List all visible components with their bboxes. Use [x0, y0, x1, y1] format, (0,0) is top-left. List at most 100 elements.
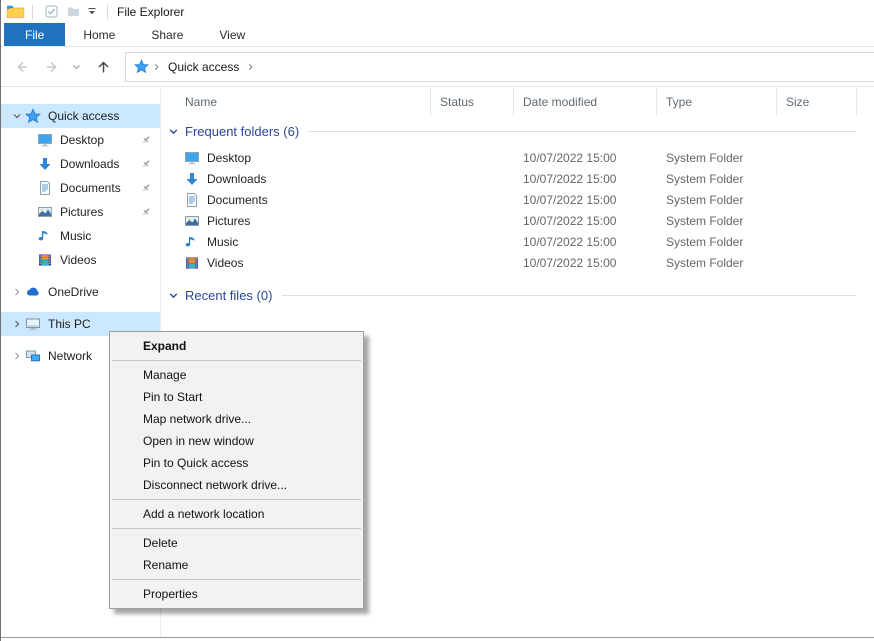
menu-separator — [112, 360, 361, 361]
file-status — [431, 147, 514, 168]
column-header-size[interactable]: Size — [777, 87, 857, 116]
menu-item-map-network-drive[interactable]: Map network drive... — [110, 408, 363, 430]
file-date-modified: 10/07/2022 15:00 — [514, 168, 657, 189]
file-row-pictures[interactable]: Pictures 10/07/2022 15:00 System Folder — [162, 210, 874, 231]
file-row-downloads[interactable]: Downloads 10/07/2022 15:00 System Folder — [162, 168, 874, 189]
sidebar-item-pictures[interactable]: Pictures — [1, 200, 160, 224]
file-size — [777, 189, 857, 210]
tab-home[interactable]: Home — [65, 23, 133, 46]
file-name: Documents — [207, 193, 268, 207]
file-status — [431, 210, 514, 231]
file-name: Downloads — [207, 172, 266, 186]
group-divider-line — [309, 131, 856, 132]
breadcrumb-quick-access[interactable]: Quick access — [168, 60, 239, 74]
sidebar-item-label: Music — [60, 229, 91, 243]
menu-item-delete[interactable]: Delete — [110, 532, 363, 554]
menu-separator — [112, 579, 361, 580]
address-bar[interactable]: Quick access — [125, 52, 874, 82]
menu-item-open-in-new-window[interactable]: Open in new window — [110, 430, 363, 452]
sidebar-item-videos[interactable]: Videos — [1, 248, 160, 272]
recent-locations-dropdown-icon[interactable] — [67, 53, 85, 81]
menu-item-disconnect-network-drive[interactable]: Disconnect network drive... — [110, 474, 363, 496]
chevron-down-icon[interactable] — [9, 111, 25, 121]
sidebar-item-onedrive[interactable]: OneDrive — [1, 280, 160, 304]
back-button[interactable] — [7, 53, 37, 81]
column-header-name[interactable]: Name — [162, 87, 431, 116]
file-row-music[interactable]: Music 10/07/2022 15:00 System Folder — [162, 231, 874, 252]
menu-item-properties[interactable]: Properties — [110, 583, 363, 605]
file-size — [777, 210, 857, 231]
group-header-recent-files[interactable]: Recent files (0) — [162, 282, 874, 308]
pin-icon — [140, 206, 152, 218]
forward-button[interactable] — [37, 53, 67, 81]
tab-share[interactable]: Share — [133, 23, 201, 46]
file-row-documents[interactable]: Documents 10/07/2022 15:00 System Folder — [162, 189, 874, 210]
column-header-date-modified[interactable]: Date modified — [514, 87, 657, 116]
menu-item-expand[interactable]: Expand — [110, 335, 363, 357]
file-date-modified: 10/07/2022 15:00 — [514, 189, 657, 210]
download-arrow-icon — [184, 171, 200, 187]
chevron-right-icon[interactable] — [9, 319, 25, 329]
file-type: System Folder — [657, 168, 777, 189]
column-header-status[interactable]: Status — [431, 87, 514, 116]
sidebar-item-label: OneDrive — [48, 285, 99, 299]
sidebar-item-documents[interactable]: Documents — [1, 176, 160, 200]
sidebar-item-label: Pictures — [60, 205, 103, 219]
file-status — [431, 168, 514, 189]
new-folder-icon[interactable] — [62, 2, 84, 22]
up-button[interactable] — [89, 53, 117, 81]
desktop-monitor-icon — [37, 132, 53, 148]
sidebar-item-label: Downloads — [60, 157, 119, 171]
column-header-type[interactable]: Type — [657, 87, 777, 116]
chevron-right-icon[interactable] — [9, 351, 25, 361]
file-name: Videos — [207, 256, 243, 270]
titlebar: File Explorer — [1, 0, 874, 23]
customize-quick-access-toolbar-icon[interactable] — [84, 2, 100, 22]
window-bottom-border — [1, 637, 874, 638]
file-type: System Folder — [657, 189, 777, 210]
file-type: System Folder — [657, 231, 777, 252]
breadcrumb-chevron-icon[interactable] — [246, 62, 255, 72]
file-status — [431, 252, 514, 273]
properties-icon[interactable] — [40, 2, 62, 22]
computer-icon — [25, 316, 41, 332]
chevron-right-icon[interactable] — [9, 287, 25, 297]
menu-separator — [112, 528, 361, 529]
menu-item-pin-to-start[interactable]: Pin to Start — [110, 386, 363, 408]
file-name: Music — [207, 235, 238, 249]
tab-view[interactable]: View — [201, 23, 263, 46]
ribbon-tabs: File Home Share View — [1, 23, 874, 47]
navigation-bar: Quick access — [1, 47, 874, 87]
chevron-down-icon[interactable] — [168, 126, 179, 137]
sidebar-item-downloads[interactable]: Downloads — [1, 152, 160, 176]
chevron-down-icon[interactable] — [168, 290, 179, 301]
file-row-videos[interactable]: Videos 10/07/2022 15:00 System Folder — [162, 252, 874, 273]
group-header-frequent-folders[interactable]: Frequent folders (6) — [162, 118, 874, 144]
menu-item-pin-to-quick-access[interactable]: Pin to Quick access — [110, 452, 363, 474]
menu-item-manage[interactable]: Manage — [110, 364, 363, 386]
download-arrow-icon — [37, 156, 53, 172]
pin-icon — [140, 182, 152, 194]
group-label: Recent files (0) — [185, 288, 272, 303]
tab-file[interactable]: File — [4, 23, 65, 46]
file-date-modified: 10/07/2022 15:00 — [514, 231, 657, 252]
file-date-modified: 10/07/2022 15:00 — [514, 252, 657, 273]
column-headers: Name Status Date modified Type Size — [162, 87, 874, 116]
menu-item-add-network-location[interactable]: Add a network location — [110, 503, 363, 525]
frequent-folders-list: Desktop 10/07/2022 15:00 System Folder D… — [162, 147, 874, 273]
menu-item-rename[interactable]: Rename — [110, 554, 363, 576]
breadcrumb-chevron-icon[interactable] — [152, 62, 161, 72]
sidebar-item-label: This PC — [48, 317, 91, 331]
file-type: System Folder — [657, 252, 777, 273]
sidebar-item-quick-access[interactable]: Quick access — [1, 104, 160, 128]
file-row-desktop[interactable]: Desktop 10/07/2022 15:00 System Folder — [162, 147, 874, 168]
file-date-modified: 10/07/2022 15:00 — [514, 210, 657, 231]
quick-access-star-icon — [25, 108, 41, 124]
sidebar-item-desktop[interactable]: Desktop — [1, 128, 160, 152]
file-type: System Folder — [657, 147, 777, 168]
group-divider-line — [282, 295, 856, 296]
desktop-monitor-icon — [184, 150, 200, 166]
pin-icon — [140, 158, 152, 170]
sidebar-item-music[interactable]: Music — [1, 224, 160, 248]
document-icon — [184, 192, 200, 208]
